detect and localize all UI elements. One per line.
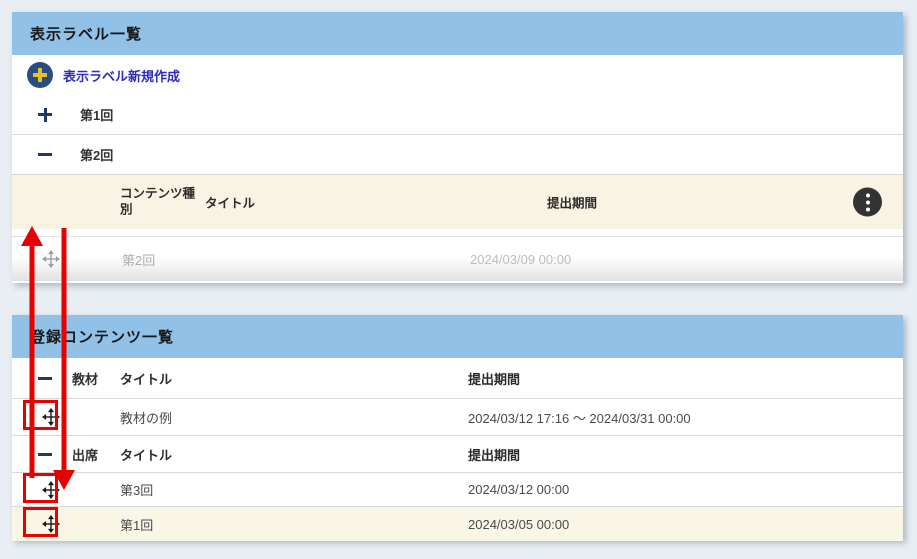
content-group-header-kyozai: 教材 タイトル 提出期間 <box>12 358 903 399</box>
move-icon <box>42 250 60 268</box>
content-title: 第1回 <box>120 515 153 534</box>
panel-title: 登録コンテンツ一覧 <box>30 326 174 347</box>
column-title: タイトル <box>205 193 255 212</box>
label-group-name: 第2回 <box>80 145 113 164</box>
content-row-shusseki-2: 第1回 2024/03/05 00:00 <box>12 507 903 541</box>
column-title: タイトル <box>120 445 172 464</box>
category-label: 出席 <box>72 445 98 464</box>
move-icon[interactable] <box>42 408 60 426</box>
content-period: 2024/03/05 00:00 <box>468 517 569 532</box>
create-label-link[interactable]: 表示ラベル新規作成 <box>12 55 903 95</box>
drag-ghost-row: 第2回 2024/03/09 00:00 <box>12 237 903 281</box>
content-group-header-shusseki: 出席 タイトル 提出期間 <box>12 436 903 473</box>
drop-target-strip <box>12 229 903 237</box>
content-row-kyozai-1: 教材の例 2024/03/12 17:16 ～ 2024/03/31 00:00 <box>12 399 903 436</box>
content-period: 2024/03/12 00:00 <box>468 482 569 497</box>
registered-content-panel-header: 登録コンテンツ一覧 <box>12 315 903 358</box>
plus-circle-icon[interactable] <box>27 62 53 88</box>
registered-content-panel: 登録コンテンツ一覧 教材 タイトル 提出期間 教材の例 2024/03/12 1… <box>12 315 903 540</box>
label-group-name: 第1回 <box>80 105 113 124</box>
move-icon[interactable] <box>42 515 60 533</box>
label-group-row-1: 第1回 <box>12 95 903 135</box>
column-title: タイトル <box>120 369 172 388</box>
label-group-row-2: 第2回 <box>12 135 903 175</box>
kebab-menu-icon[interactable] <box>853 188 882 217</box>
label-list-panel: 表示ラベル一覧 表示ラベル新規作成 第1回 第2回 コンテンツ種別 タイトル 提… <box>12 12 903 283</box>
move-icon[interactable] <box>42 481 60 499</box>
content-title: 教材の例 <box>120 408 172 427</box>
minus-icon[interactable] <box>38 371 52 385</box>
ghost-row-period: 2024/03/09 00:00 <box>470 252 571 267</box>
plus-icon[interactable] <box>38 108 52 122</box>
ghost-row-title: 第2回 <box>122 250 155 269</box>
minus-icon[interactable] <box>38 148 52 162</box>
category-label: 教材 <box>72 369 98 388</box>
content-row-shusseki-1: 第3回 2024/03/12 00:00 <box>12 473 903 507</box>
label-list-panel-header: 表示ラベル一覧 <box>12 12 903 55</box>
label-table-header: コンテンツ種別 タイトル 提出期間 <box>12 175 903 229</box>
column-content-type: コンテンツ種別 <box>120 186 204 217</box>
column-period: 提出期間 <box>468 369 520 388</box>
page-title: 表示ラベル一覧 <box>30 23 142 44</box>
column-period: 提出期間 <box>547 193 597 212</box>
minus-icon[interactable] <box>38 447 52 461</box>
screen: { "label_panel": { "title": "表示ラベル一覧", "… <box>0 0 917 559</box>
content-title: 第3回 <box>120 480 153 499</box>
create-label-link-text[interactable]: 表示ラベル新規作成 <box>63 66 180 85</box>
content-period: 2024/03/12 17:16 ～ 2024/03/31 00:00 <box>468 408 691 427</box>
column-period: 提出期間 <box>468 445 520 464</box>
